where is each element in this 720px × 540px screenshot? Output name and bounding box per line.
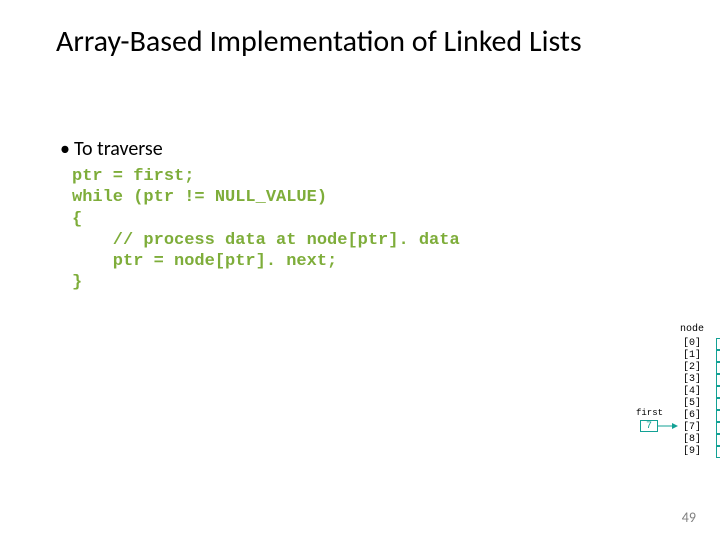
cell-data: ?: [716, 434, 720, 446]
first-label: first: [636, 408, 663, 418]
row-index: [5]: [680, 398, 704, 410]
row-index: [2]: [680, 362, 704, 374]
cell-data: ?: [716, 362, 720, 374]
cell-data: ?: [716, 386, 720, 398]
code-block: ptr = first; while (ptr != NULL_VALUE) {…: [72, 166, 460, 294]
row-index: [6]: [680, 410, 704, 422]
bullet-text: To traverse: [74, 137, 163, 161]
cell-data: ?: [716, 410, 720, 422]
row-index: [4]: [680, 386, 704, 398]
cell-data: ?: [716, 446, 720, 458]
cell-data: Smith: [716, 374, 720, 386]
row-index: [3]: [680, 374, 704, 386]
row-index: [8]: [680, 434, 704, 446]
row-index: [0]: [680, 338, 704, 350]
row-index: [1]: [680, 350, 704, 362]
cell-data: ?: [716, 338, 720, 350]
row-index: [9]: [680, 446, 704, 458]
header-node: node: [680, 324, 704, 335]
slide-title: Array-Based Implementation of Linked Lis…: [56, 24, 666, 60]
cell-data: Brown: [716, 422, 720, 434]
bullet-item: •To traverse: [60, 138, 163, 160]
row-index: [7]: [680, 422, 704, 434]
cell-data: ?: [716, 398, 720, 410]
first-value-box: 7: [640, 420, 658, 432]
cell-data: Jones: [716, 350, 720, 362]
bullet-dot: •: [60, 138, 70, 160]
page-number: 49: [682, 509, 696, 526]
